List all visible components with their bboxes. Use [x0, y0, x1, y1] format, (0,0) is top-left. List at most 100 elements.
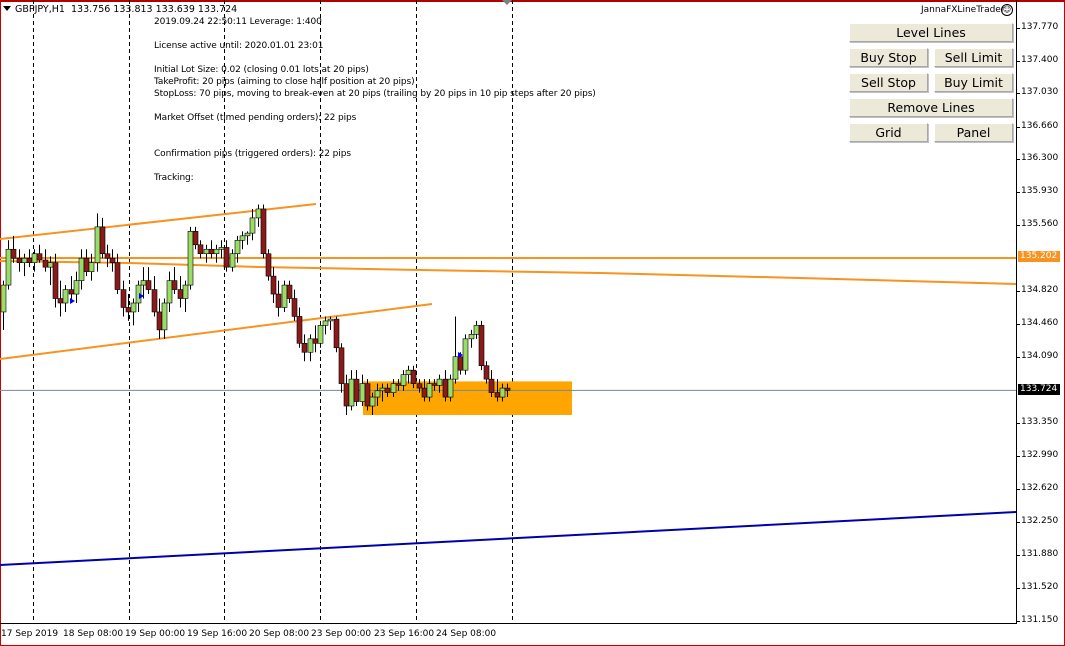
bull-candle: [234, 239, 241, 255]
price-tick-label: 134.820: [1021, 285, 1059, 295]
info-lot-size: Initial Lot Size: 0.02 (closing 0.01 lot…: [154, 65, 369, 75]
bear-candle: [10, 248, 17, 259]
info-license: License active until: 2020.01.01 23:01: [154, 41, 324, 51]
grid-button[interactable]: Grid: [849, 123, 928, 142]
sell-limit-button[interactable]: Sell Limit: [934, 48, 1013, 67]
bear-candle: [286, 284, 293, 299]
bull-candle: [473, 325, 480, 335]
bull-candle: [229, 253, 236, 268]
bull-candle: [436, 378, 443, 386]
bull-candle: [140, 280, 147, 286]
price-tick-label: 132.620: [1021, 483, 1059, 493]
bear-candle: [68, 289, 75, 295]
ea-smiley-icon: ☺: [1001, 4, 1013, 16]
long-support-trendline: [0, 511, 1016, 566]
bear-candle: [197, 244, 204, 255]
price-tick-label: 132.990: [1021, 450, 1059, 460]
bull-candle: [400, 374, 407, 386]
price-tick-label: 136.300: [1021, 153, 1059, 163]
bull-candle: [317, 325, 324, 344]
bear-candle: [504, 387, 511, 391]
bear-candle: [457, 356, 464, 371]
bear-candle: [125, 307, 132, 313]
level-lines-button[interactable]: Level Lines: [849, 23, 1013, 42]
price-tick-label: 137.770: [1021, 22, 1059, 32]
sell-stop-button[interactable]: Sell Stop: [849, 73, 928, 92]
bull-candle: [426, 383, 433, 398]
bear-candle: [151, 289, 158, 313]
panel-button[interactable]: Panel: [934, 123, 1013, 142]
info-market-offset: Market Offset (timed pending orders): 22…: [154, 113, 357, 123]
bear-candle: [442, 378, 449, 398]
bear-candle: [109, 257, 116, 263]
price-tick-mark: [1017, 621, 1020, 622]
price-tick-mark: [1017, 127, 1020, 128]
bull-candle: [452, 356, 459, 380]
bear-candle: [353, 378, 360, 402]
bear-candle: [265, 253, 272, 277]
time-tick-label: 23 Sep 00:00: [311, 629, 372, 639]
price-tick-label: 137.400: [1021, 55, 1059, 65]
buy-stop-button[interactable]: Buy Stop: [849, 48, 928, 67]
bear-candle: [431, 383, 438, 386]
price-tick-mark: [1017, 489, 1020, 490]
bear-candle: [208, 248, 215, 255]
bull-candle: [307, 338, 314, 353]
bull-candle: [182, 284, 189, 299]
price-tick-mark: [1017, 555, 1020, 556]
bull-candle: [47, 262, 54, 268]
bear-candle: [338, 347, 345, 384]
bear-candle: [120, 289, 127, 308]
bull-candle: [281, 284, 288, 308]
price-tick-mark: [1017, 522, 1020, 523]
bull-candle: [161, 302, 168, 331]
remove-lines-button[interactable]: Remove Lines: [849, 98, 1013, 117]
bear-candle: [156, 311, 163, 331]
bull-candle: [166, 280, 173, 304]
bull-candle: [239, 235, 246, 241]
buy-arrow-icon: [70, 298, 75, 304]
price-tick-mark: [1017, 61, 1020, 62]
bull-candle: [218, 247, 225, 250]
bull-candle: [374, 390, 381, 398]
bull-candle: [187, 231, 194, 286]
bull-candle: [322, 320, 329, 326]
bull-candle: [78, 257, 85, 281]
bear-candle: [343, 383, 350, 407]
bear-candle: [114, 262, 121, 290]
info-confirmation-pips: Confirmation pips (triggered orders): 22…: [154, 149, 351, 159]
price-tick-label: 135.930: [1021, 186, 1059, 196]
bull-candle: [203, 248, 210, 255]
collapse-triangle-icon[interactable]: [3, 6, 11, 11]
price-tick-label: 131.520: [1021, 582, 1059, 592]
time-tick-label: 19 Sep 16:00: [187, 629, 248, 639]
bull-candle: [462, 338, 469, 371]
bull-candle: [255, 208, 262, 219]
info-stop-loss: StopLoss: 70 pips, moving to break-even …: [154, 89, 596, 99]
price-tick-label: 132.250: [1021, 516, 1059, 526]
bear-candle: [421, 387, 428, 398]
bear-candle: [364, 383, 371, 407]
bull-candle: [447, 378, 454, 398]
price-tick-mark: [1017, 291, 1020, 292]
price-tick-label: 135.560: [1021, 219, 1059, 229]
bull-candle: [249, 217, 256, 234]
buy-limit-button[interactable]: Buy Limit: [934, 73, 1013, 92]
symbol-timeframe: GBPJPY,H1: [15, 4, 65, 15]
price-tick-mark: [1017, 159, 1020, 160]
bear-candle: [42, 259, 49, 268]
bear-candle: [291, 298, 298, 317]
bear-candle: [104, 253, 111, 259]
bull-candle: [21, 257, 28, 263]
bear-candle: [260, 208, 267, 255]
bull-candle: [73, 280, 80, 295]
chart-shift-marker-icon[interactable]: [502, 0, 512, 5]
bear-candle: [99, 226, 106, 255]
price-tick-label: 134.460: [1021, 318, 1059, 328]
bear-candle: [26, 257, 33, 263]
bear-candle: [275, 293, 282, 308]
bear-candle: [57, 298, 64, 304]
bull-candle: [62, 289, 69, 304]
bear-candle: [384, 387, 391, 393]
bear-candle: [333, 318, 340, 349]
